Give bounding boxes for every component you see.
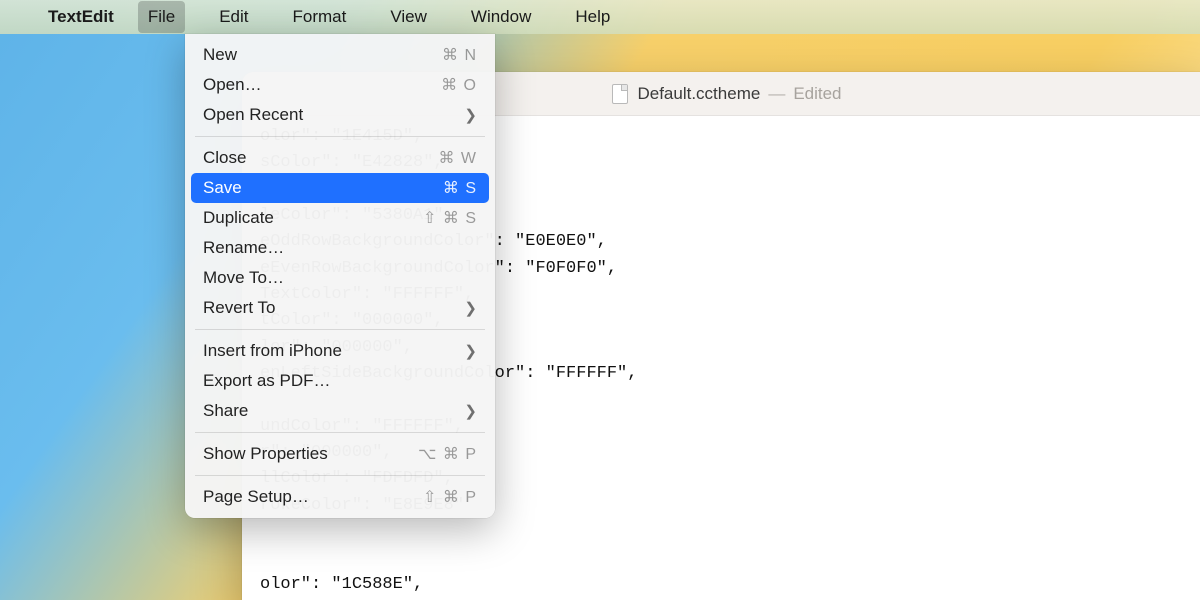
menu-item-label: Save [203,178,242,198]
menu-item-label: Export as PDF… [203,371,331,391]
menu-shortcut: ⌘ W [438,148,477,168]
menu-separator [195,329,485,330]
menu-item-export-as-pdf[interactable]: Export as PDF… [191,366,489,396]
window-edited-status: Edited [793,84,841,104]
chevron-right-icon: ❯ [464,106,477,124]
menu-item-close[interactable]: Close ⌘ W [191,143,489,173]
document-icon [612,84,628,104]
menu-item-label: Open… [203,75,262,95]
window-title: Default.cctheme [637,84,760,104]
menu-shortcut: ⌘ O [441,75,477,95]
desktop: Default.cctheme — Edited olor": "1E415D"… [0,0,1200,600]
menubar: TextEdit File Edit Format View Window Help [0,0,1200,34]
menu-item-rename[interactable]: Rename… [191,233,489,263]
menu-item-page-setup[interactable]: Page Setup… ⇧ ⌘ P [191,482,489,512]
menu-item-open[interactable]: Open… ⌘ O [191,70,489,100]
menu-item-label: Page Setup… [203,487,309,507]
menu-item-label: Revert To [203,298,275,318]
menu-item-label: Move To… [203,268,284,288]
menu-item-label: Insert from iPhone [203,341,342,361]
menu-item-duplicate[interactable]: Duplicate ⇧ ⌘ S [191,203,489,233]
menu-separator [195,136,485,137]
menu-separator [195,432,485,433]
menu-item-move-to[interactable]: Move To… [191,263,489,293]
menu-item-share[interactable]: Share ❯ [191,396,489,426]
menu-shortcut: ⌘ N [442,45,477,65]
menu-item-label: Show Properties [203,444,328,464]
menu-shortcut: ⌘ S [443,178,477,198]
chevron-right-icon: ❯ [464,299,477,317]
file-menu-dropdown: New ⌘ N Open… ⌘ O Open Recent ❯ Close ⌘ W Save ⌘ … [185,34,495,518]
menu-item-label: Share [203,401,248,421]
menu-item-label: New [203,45,237,65]
menu-item-label: Duplicate [203,208,274,228]
menu-shortcut: ⇧ ⌘ S [423,208,477,228]
chevron-right-icon: ❯ [464,402,477,420]
menu-item-label: Close [203,148,246,168]
menu-item-show-properties[interactable]: Show Properties ⌥ ⌘ P [191,439,489,469]
app-name[interactable]: TextEdit [48,7,114,27]
title-separator: — [768,84,785,104]
menu-format[interactable]: Format [283,1,357,33]
menu-separator [195,475,485,476]
menu-item-insert-from-iphone[interactable]: Insert from iPhone ❯ [191,336,489,366]
menu-window[interactable]: Window [461,1,541,33]
menu-help[interactable]: Help [565,1,620,33]
menu-item-save[interactable]: Save ⌘ S [191,173,489,203]
chevron-right-icon: ❯ [464,342,477,360]
menu-item-revert-to[interactable]: Revert To ❯ [191,293,489,323]
menu-item-open-recent[interactable]: Open Recent ❯ [191,100,489,130]
menu-file[interactable]: File [138,1,185,33]
menu-item-label: Open Recent [203,105,303,125]
menu-edit[interactable]: Edit [209,1,258,33]
menu-view[interactable]: View [380,1,437,33]
menu-shortcut: ⇧ ⌘ P [423,487,477,507]
menu-shortcut: ⌥ ⌘ P [418,444,477,464]
menu-item-label: Rename… [203,238,284,258]
menu-item-new[interactable]: New ⌘ N [191,40,489,70]
